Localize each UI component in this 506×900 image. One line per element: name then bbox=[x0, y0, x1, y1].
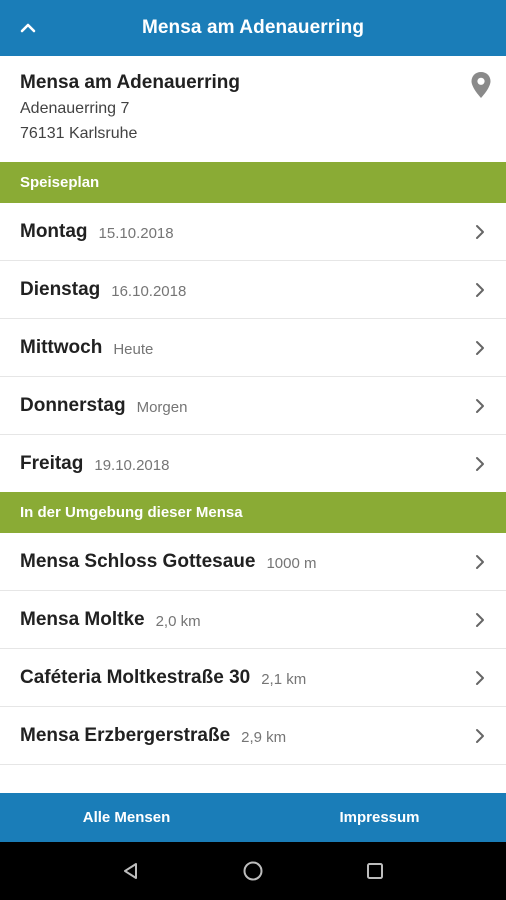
bottom-bar: Alle Mensen Impressum bbox=[0, 793, 506, 842]
chevron-right-icon bbox=[476, 225, 484, 239]
section-header-speiseplan: Speiseplan bbox=[0, 162, 506, 203]
list-item-mensa[interactable]: Mensa Erzbergerstraße 2,9 km bbox=[0, 707, 506, 765]
day-date: 15.10.2018 bbox=[98, 224, 174, 242]
list-item-day[interactable]: Freitag 19.10.2018 bbox=[0, 435, 506, 493]
chevron-right-icon bbox=[476, 613, 484, 627]
day-label: Freitag bbox=[20, 452, 84, 474]
list-item-day[interactable]: Donnerstag Morgen bbox=[0, 377, 506, 435]
mensa-distance: 2,0 km bbox=[155, 612, 201, 630]
day-label: Mittwoch bbox=[20, 336, 103, 358]
nearby-list: Mensa Schloss Gottesaue 1000 m Mensa Mol… bbox=[0, 533, 506, 765]
chevron-right-icon bbox=[476, 671, 484, 685]
chevron-right-icon bbox=[476, 399, 484, 413]
list-item-day[interactable]: Mittwoch Heute bbox=[0, 319, 506, 377]
day-label: Dienstag bbox=[20, 278, 101, 300]
mensa-distance: 1000 m bbox=[266, 554, 317, 572]
mensa-distance: 2,9 km bbox=[241, 728, 287, 746]
mensa-distance: 2,1 km bbox=[261, 670, 307, 688]
day-date: 16.10.2018 bbox=[111, 282, 187, 300]
system-nav-bar bbox=[0, 842, 506, 900]
speiseplan-list: Montag 15.10.2018 Dienstag 16.10.2018 Mi… bbox=[0, 203, 506, 493]
mensa-label: Mensa Erzbergerstraße bbox=[20, 724, 231, 746]
day-date: Morgen bbox=[136, 398, 188, 416]
list-item-day[interactable]: Montag 15.10.2018 bbox=[0, 203, 506, 261]
mensa-city: 76131 Karlsruhe bbox=[20, 125, 138, 142]
day-label: Montag bbox=[20, 220, 88, 242]
back-icon[interactable] bbox=[116, 856, 146, 886]
chevron-right-icon bbox=[476, 457, 484, 471]
mensa-name: Mensa am Adenauerring bbox=[20, 72, 240, 93]
chevron-right-icon bbox=[476, 283, 484, 297]
mensa-label: Mensa Moltke bbox=[20, 608, 145, 630]
home-icon[interactable] bbox=[238, 856, 268, 886]
list-item-day[interactable]: Dienstag 16.10.2018 bbox=[0, 261, 506, 319]
app-title: Mensa am Adenauerring bbox=[141, 17, 365, 38]
all-mensen-button[interactable]: Alle Mensen bbox=[0, 793, 253, 842]
mensa-street: Adenauerring 7 bbox=[20, 100, 130, 117]
recents-icon[interactable] bbox=[360, 856, 390, 886]
day-label: Donnerstag bbox=[20, 394, 126, 416]
mensa-label: Mensa Schloss Gottesaue bbox=[20, 550, 256, 572]
chevron-right-icon bbox=[476, 341, 484, 355]
list-item-mensa[interactable]: Mensa Schloss Gottesaue 1000 m bbox=[0, 533, 506, 591]
section-header-nearby: In der Umgebung dieser Mensa bbox=[0, 492, 506, 533]
impressum-button[interactable]: Impressum bbox=[253, 793, 506, 842]
chevron-up-icon[interactable] bbox=[14, 14, 42, 42]
list-item-mensa[interactable]: Mensa Moltke 2,0 km bbox=[0, 591, 506, 649]
day-date: Heute bbox=[113, 340, 154, 358]
day-date: 19.10.2018 bbox=[94, 456, 170, 474]
location-pin-icon[interactable] bbox=[469, 71, 493, 99]
chevron-right-icon bbox=[476, 555, 484, 569]
mensa-label: Caféteria Moltkestraße 30 bbox=[20, 666, 251, 688]
chevron-right-icon bbox=[476, 729, 484, 743]
app-bar: Mensa am Adenauerring bbox=[0, 0, 506, 56]
mensa-info: Mensa am Adenauerring Adenauerring 7 761… bbox=[0, 56, 506, 162]
list-item-mensa[interactable]: Caféteria Moltkestraße 30 2,1 km bbox=[0, 649, 506, 707]
